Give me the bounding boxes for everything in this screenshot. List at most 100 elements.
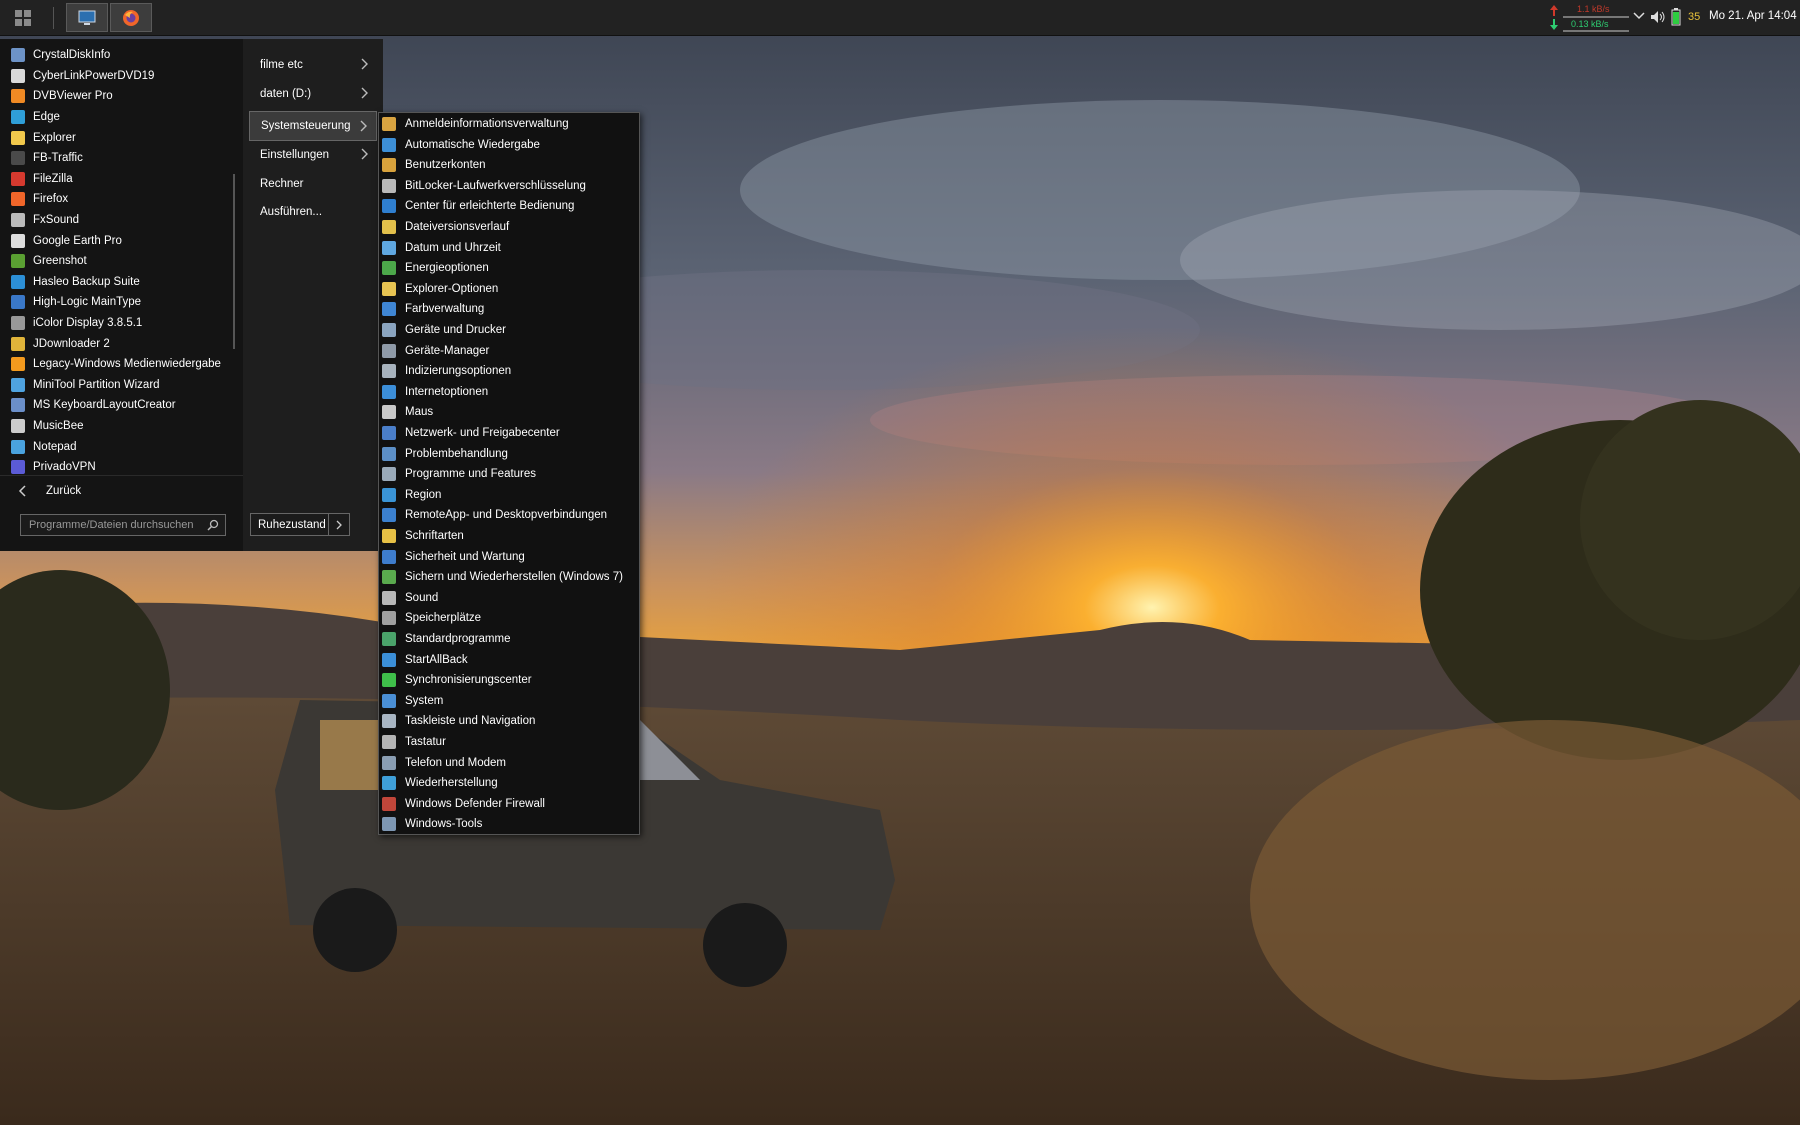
control-panel-item-remoteapp-und-desktopverbindungen[interactable]: RemoteApp- und Desktopverbindungen	[379, 505, 639, 525]
menu-item-rechner[interactable]: Rechner	[249, 169, 377, 199]
control-panel-item-synchronisierungscenter[interactable]: Synchronisierungscenter	[379, 670, 639, 690]
program-item-fxsound[interactable]: FxSound	[0, 210, 233, 231]
control-panel-item-label: Speicherplätze	[405, 612, 482, 625]
control-panel-item-standardprogramme[interactable]: Standardprogramme	[379, 629, 639, 649]
control-panel-item-sicherheit-und-wartung[interactable]: Sicherheit und Wartung	[379, 547, 639, 567]
internetoptionen-icon	[382, 384, 396, 399]
control-panel-item-dateiversionsverlauf[interactable]: Dateiversionsverlauf	[379, 217, 639, 237]
control-panel-item-benutzerkonten[interactable]: Benutzerkonten	[379, 155, 639, 175]
control-panel-item-automatische-wiedergabe[interactable]: Automatische Wiedergabe	[379, 135, 639, 155]
program-item-crystaldiskinfo[interactable]: CrystalDiskInfo	[0, 45, 233, 66]
control-panel-item-anmeldeinformationsverwaltung[interactable]: Anmeldeinformationsverwaltung	[379, 114, 639, 134]
program-item-jdownloader-2[interactable]: JDownloader 2	[0, 333, 233, 354]
menu-item-einstellungen[interactable]: Einstellungen	[249, 140, 377, 170]
control-panel-item-schriftarten[interactable]: Schriftarten	[379, 526, 639, 546]
control-panel-item-ger-te-und-drucker[interactable]: Geräte und Drucker	[379, 320, 639, 340]
show-desktop-button[interactable]	[66, 3, 108, 32]
control-panel-item-region[interactable]: Region	[379, 485, 639, 505]
taskbar-clock[interactable]: Mo 21. Apr 14:04	[1709, 10, 1797, 22]
program-item-label: Edge	[33, 111, 60, 124]
control-panel-item-maus[interactable]: Maus	[379, 402, 639, 422]
menu-item-label: Ausführen...	[260, 206, 323, 218]
volume-icon[interactable]	[1649, 9, 1667, 28]
menu-item-daten-d[interactable]: daten (D:)	[249, 79, 377, 109]
start-button[interactable]	[10, 5, 36, 31]
control-panel-item-datum-und-uhrzeit[interactable]: Datum und Uhrzeit	[379, 238, 639, 258]
program-item-fb-traffic[interactable]: FB-Traffic	[0, 148, 233, 169]
menu-item-ausf-hren[interactable]: Ausführen...	[249, 197, 377, 227]
control-panel-item-explorer-optionen[interactable]: Explorer-Optionen	[379, 279, 639, 299]
program-item-label: High-Logic MainType	[33, 296, 142, 309]
program-item-filezilla[interactable]: FileZilla	[0, 169, 233, 190]
battery-icon[interactable]	[1671, 8, 1681, 29]
control-panel-item-telefon-und-modem[interactable]: Telefon und Modem	[379, 753, 639, 773]
program-item-high-logic-maintype[interactable]: High-Logic MainType	[0, 292, 233, 313]
control-panel-item-problembehandlung[interactable]: Problembehandlung	[379, 444, 639, 464]
program-item-musicbee[interactable]: MusicBee	[0, 416, 233, 437]
program-item-dvbviewer-pro[interactable]: DVBViewer Pro	[0, 86, 233, 107]
program-list-scrollbar[interactable]	[233, 174, 235, 349]
control-panel-item-windows-tools[interactable]: Windows-Tools	[379, 814, 639, 834]
program-item-legacy-windows-medienwiedergabe[interactable]: Legacy-Windows Medienwiedergabe	[0, 354, 233, 375]
control-panel-item-label: System	[405, 694, 444, 707]
control-panel-item-bitlocker-laufwerkverschl-sselung[interactable]: BitLocker-Laufwerkverschlüsselung	[379, 176, 639, 196]
control-panel-item-speicherpl-tze[interactable]: Speicherplätze	[379, 608, 639, 628]
control-panel-item-wiederherstellung[interactable]: Wiederherstellung	[379, 773, 639, 793]
program-search-input[interactable]: Programme/Dateien durchsuchen	[20, 514, 226, 536]
benutzerkonten-icon	[382, 158, 396, 173]
taskleiste-und-navigation-icon	[382, 714, 396, 729]
control-panel-item-label: Center für erleichterte Bedienung	[405, 200, 575, 213]
control-panel-item-programme-und-features[interactable]: Programme und Features	[379, 464, 639, 484]
control-panel-item-startallback[interactable]: StartAllBack	[379, 650, 639, 670]
control-panel-item-internetoptionen[interactable]: Internetoptionen	[379, 382, 639, 402]
greenshot-icon	[11, 254, 25, 269]
control-panel-item-ger-te-manager[interactable]: Geräte-Manager	[379, 341, 639, 361]
program-item-minitool-partition-wizard[interactable]: MiniTool Partition Wizard	[0, 375, 233, 396]
power-options-arrow[interactable]	[328, 514, 349, 535]
fb-traffic-icon	[11, 151, 25, 166]
power-button[interactable]: Ruhezustand	[250, 513, 350, 536]
program-item-greenshot[interactable]: Greenshot	[0, 251, 233, 272]
control-panel-item-taskleiste-und-navigation[interactable]: Taskleiste und Navigation	[379, 711, 639, 731]
telefon-und-modem-icon	[382, 755, 396, 770]
control-panel-item-indizierungsoptionen[interactable]: Indizierungsoptionen	[379, 361, 639, 381]
program-item-label: MiniTool Partition Wizard	[33, 378, 160, 391]
edge-icon	[11, 110, 25, 125]
control-panel-item-windows-defender-firewall[interactable]: Windows Defender Firewall	[379, 794, 639, 814]
back-button[interactable]: Zurück	[0, 475, 243, 505]
menu-item-label: Rechner	[260, 178, 304, 190]
program-item-label: Google Earth Pro	[33, 234, 122, 247]
control-panel-item-system[interactable]: System	[379, 691, 639, 711]
menu-item-label: Einstellungen	[260, 149, 330, 161]
program-item-edge[interactable]: Edge	[0, 107, 233, 128]
firefox-taskbar-button[interactable]	[110, 3, 152, 32]
control-panel-item-center-f-r-erleichterte-bedienung[interactable]: Center für erleichterte Bedienung	[379, 196, 639, 216]
control-panel-item-sichern-und-wiederherstellen-windows-7[interactable]: Sichern und Wiederherstellen (Windows 7)	[379, 567, 639, 587]
control-panel-item-netzwerk-und-freigabecenter[interactable]: Netzwerk- und Freigabecenter	[379, 423, 639, 443]
tray-chevron-icon[interactable]	[1633, 11, 1645, 24]
control-panel-item-label: Telefon und Modem	[405, 756, 507, 769]
indizierungsoptionen-icon	[382, 364, 396, 379]
program-item-label: CrystalDiskInfo	[33, 49, 111, 62]
control-panel-item-label: Benutzerkonten	[405, 159, 486, 172]
net-down-bar	[1563, 30, 1629, 32]
program-item-notepad[interactable]: Notepad	[0, 436, 233, 457]
program-item-google-earth-pro[interactable]: Google Earth Pro	[0, 230, 233, 251]
control-panel-item-sound[interactable]: Sound	[379, 588, 639, 608]
icolor-display-3-8-5-1-icon	[11, 316, 25, 331]
program-item-cyberlinkpowerdvd19[interactable]: CyberLinkPowerDVD19	[0, 66, 233, 87]
control-panel-item-energieoptionen[interactable]: Energieoptionen	[379, 258, 639, 278]
control-panel-item-farbverwaltung[interactable]: Farbverwaltung	[379, 299, 639, 319]
program-item-ms-keyboardlayoutcreator[interactable]: MS KeyboardLayoutCreator	[0, 395, 233, 416]
net-up-value: 1.1 kB/s	[1577, 4, 1610, 14]
control-panel-item-label: Taskleiste und Navigation	[405, 715, 536, 728]
program-item-icolor-display-3-8-5-1[interactable]: iColor Display 3.8.5.1	[0, 313, 233, 334]
menu-item-systemsteuerung[interactable]: Systemsteuerung	[249, 111, 377, 141]
program-item-hasleo-backup-suite[interactable]: Hasleo Backup Suite	[0, 272, 233, 293]
program-item-firefox[interactable]: Firefox	[0, 189, 233, 210]
program-item-explorer[interactable]: Explorer	[0, 127, 233, 148]
control-panel-item-tastatur[interactable]: Tastatur	[379, 732, 639, 752]
notepad-icon	[11, 439, 25, 454]
tastatur-icon	[382, 735, 396, 749]
menu-item-filme-etc[interactable]: filme etc	[249, 50, 377, 80]
